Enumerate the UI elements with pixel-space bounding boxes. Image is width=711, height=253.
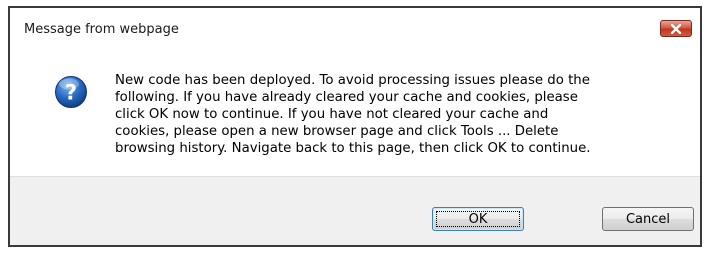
cancel-button-label: Cancel: [625, 211, 671, 227]
svg-text:?: ?: [65, 81, 77, 105]
close-button[interactable]: [660, 20, 692, 37]
dialog-content: ? New code has been deployed. To avoid p…: [10, 48, 700, 176]
message-dialog: Message from webpage ? New code has been…: [8, 6, 702, 247]
cancel-button[interactable]: Cancel: [602, 207, 694, 231]
dialog-message: New code has been deployed. To avoid pro…: [115, 73, 591, 156]
focus-ring: [436, 211, 520, 227]
dialog-title: Message from webpage: [24, 22, 179, 37]
ok-button[interactable]: OK: [432, 207, 524, 231]
question-icon: ?: [55, 76, 87, 108]
close-icon: [670, 23, 682, 34]
dialog-footer: OK Cancel: [10, 176, 700, 245]
dialog-titlebar[interactable]: Message from webpage: [10, 8, 700, 48]
